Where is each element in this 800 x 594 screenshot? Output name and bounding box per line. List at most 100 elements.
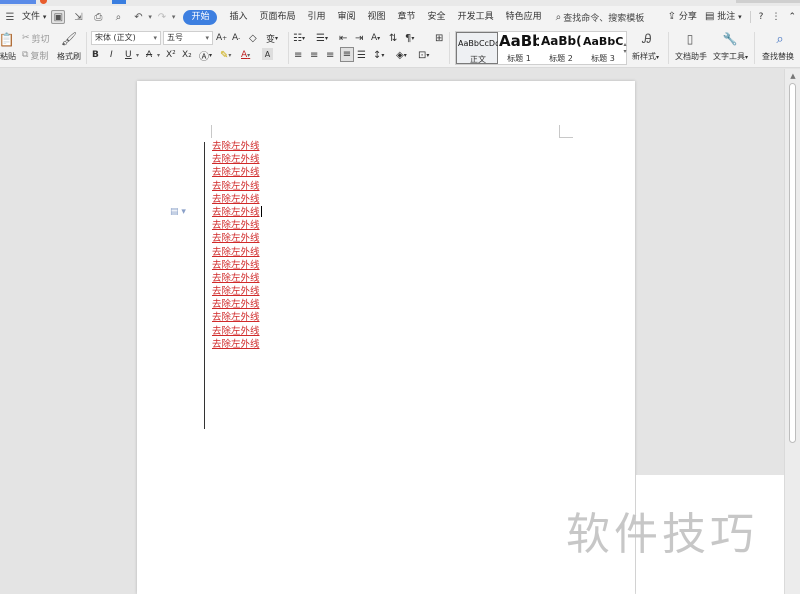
bold-button[interactable]: B (92, 48, 99, 62)
comment-button[interactable]: ▤ 批注 ▾ (701, 6, 746, 28)
command-search[interactable]: ⌕ 查找命令、搜索模板 (548, 11, 645, 24)
font-color-icon[interactable]: A ▾ (241, 48, 250, 62)
tab-references[interactable]: 引用 (301, 6, 331, 28)
clear-format-icon[interactable]: ◇ (249, 31, 257, 45)
tab-special-apps[interactable]: 特色应用 (500, 6, 548, 28)
share-button[interactable]: ⇪ 分享 (664, 6, 701, 28)
find-icon[interactable]: ⌕ (772, 31, 788, 47)
text-line[interactable]: 去除左外线 (212, 232, 262, 245)
cut-button[interactable]: ✂ 剪切 (22, 32, 50, 45)
document-body[interactable]: 去除左外线 去除左外线 去除左外线 去除左外线 去除左外线 去除左外线 去除左外… (212, 140, 262, 351)
wrench-icon[interactable]: 🔧 (723, 31, 738, 47)
file-menu[interactable]: 文件 ▾ (20, 6, 48, 28)
text-line[interactable]: 去除左外线 (212, 246, 262, 259)
bullet-list-icon[interactable]: ☷ ▾ (293, 31, 305, 45)
sort-icon[interactable]: ⇅ (389, 31, 397, 45)
decrease-indent-icon[interactable]: ⇤ (339, 31, 347, 45)
undo-dropdown-icon[interactable]: ▾ (148, 13, 152, 21)
print-preview-icon[interactable]: ⌕ (111, 10, 125, 24)
export-pdf-icon[interactable]: ⇲ (71, 10, 85, 24)
doc-assistant-icon[interactable]: ▯ (683, 31, 697, 47)
style-heading-3[interactable]: AaBbC( 标题 3 (582, 32, 624, 64)
line-spacing-icon[interactable]: ↕ ▾ (373, 48, 384, 62)
text-line[interactable]: 去除左外线 (212, 166, 262, 179)
redo-icon[interactable]: ↷ (155, 10, 169, 24)
align-left-icon[interactable]: ≡ (294, 48, 302, 62)
text-line[interactable]: 去除左外线 (212, 259, 262, 272)
change-case-icon[interactable]: A ▾ (371, 31, 380, 45)
text-line[interactable]: 去除左外线 (212, 311, 262, 324)
app-tab-indicator[interactable] (0, 0, 36, 4)
quick-access-dropdown-icon[interactable]: ▾ (172, 13, 176, 21)
borders-icon[interactable]: ⊡ ▾ (418, 48, 429, 62)
tab-page-layout[interactable]: 页面布局 (253, 6, 301, 28)
underline-button[interactable]: U (125, 48, 132, 62)
paragraph-handle-icon[interactable]: ▤ ▾ (170, 207, 186, 217)
format-painter-button[interactable]: 格式刷 (57, 51, 81, 62)
paste-icon[interactable]: 📋 (0, 32, 15, 48)
text-line-with-cursor[interactable]: 去除左外线 (212, 205, 262, 219)
find-replace-button[interactable]: 查找替换 (762, 51, 794, 62)
print-icon[interactable]: ⎙ (91, 10, 105, 24)
style-normal[interactable]: AaBbCcDd 正文 (456, 32, 498, 64)
tab-home[interactable]: 开始 (183, 9, 218, 25)
underline-dropdown-icon[interactable]: ▾ (136, 48, 139, 62)
save-icon[interactable]: ▣ (51, 10, 66, 24)
text-line[interactable]: 去除左外线 (212, 285, 262, 298)
undo-icon[interactable]: ↶ (131, 10, 145, 24)
doc-assistant-button[interactable]: 文档助手 (675, 51, 707, 62)
style-heading-2[interactable]: AaBb( 标题 2 (540, 32, 582, 64)
tab-developer[interactable]: 开发工具 (452, 6, 500, 28)
text-line[interactable]: 去除左外线 (212, 272, 262, 285)
align-right-icon[interactable]: ≡ (326, 48, 334, 62)
text-effect-icon[interactable]: Ⓐ ▾ (199, 48, 212, 63)
shrink-font-icon[interactable]: A- (232, 31, 240, 45)
new-style-button[interactable]: 新样式▾ (632, 51, 659, 62)
document-tab-indicator[interactable] (112, 0, 126, 4)
italic-button[interactable]: I (110, 48, 113, 62)
font-size-select[interactable]: 五号 ▾ (163, 31, 213, 45)
grow-font-icon[interactable]: A + (216, 31, 227, 45)
highlight-icon[interactable]: ✎ ▾ (220, 48, 231, 62)
align-center-icon[interactable]: ≡ (310, 48, 318, 62)
scrollbar-thumb[interactable] (789, 83, 796, 443)
text-line[interactable]: 去除左外线 (212, 325, 262, 338)
vertical-scrollbar[interactable]: ▲ (784, 69, 800, 594)
tab-review[interactable]: 审阅 (332, 6, 362, 28)
char-shading-icon[interactable]: A (262, 48, 273, 60)
tab-security[interactable]: 安全 (422, 6, 452, 28)
font-name-select[interactable]: 宋体 (正文) ▾ (91, 31, 161, 45)
text-line[interactable]: 去除左外线 (212, 153, 262, 166)
distributed-align-icon[interactable]: ☰ (357, 48, 366, 62)
text-line[interactable]: 去除左外线 (212, 193, 262, 206)
styles-scroll-icon[interactable]: ▴ ▾ (622, 32, 628, 64)
style-heading-1[interactable]: AaBb 标题 1 (498, 32, 540, 64)
help-button[interactable]: ? (755, 6, 768, 28)
tab-view[interactable]: 视图 (362, 6, 392, 28)
text-line[interactable]: 去除左外线 (212, 140, 262, 153)
increase-indent-icon[interactable]: ⇥ (355, 31, 363, 45)
text-tools-button[interactable]: 文字工具▾ (713, 51, 748, 62)
columns-icon[interactable]: ⊞ (435, 31, 443, 45)
numbered-list-icon[interactable]: ☰ ▾ (316, 31, 328, 45)
copy-button[interactable]: ⧉ 复制 (22, 49, 48, 62)
text-line[interactable]: 去除左外线 (212, 219, 262, 232)
superscript-button[interactable]: X² (166, 48, 176, 62)
text-line[interactable]: 去除左外线 (212, 180, 262, 193)
new-style-icon[interactable]: Ꭿ (638, 31, 656, 47)
tab-insert[interactable]: 插入 (223, 6, 253, 28)
text-line[interactable]: 去除左外线 (212, 338, 262, 351)
format-painter-icon[interactable]: 🖌 (60, 31, 78, 47)
more-options-icon[interactable]: ⋮ (767, 6, 784, 28)
scroll-up-icon[interactable]: ▲ (788, 71, 798, 81)
shading-icon[interactable]: ◈ ▾ (396, 48, 407, 62)
collapse-ribbon-icon[interactable]: ⌃ (784, 6, 800, 28)
hamburger-icon[interactable]: ☰ (3, 10, 17, 24)
document-page[interactable]: 去除左外线 去除左外线 去除左外线 去除左外线 去除左外线 去除左外线 去除左外… (137, 81, 635, 594)
strikethrough-dropdown-icon[interactable]: ▾ (157, 48, 160, 62)
justify-icon[interactable]: ≡ (340, 47, 354, 62)
text-line[interactable]: 去除左外线 (212, 298, 262, 311)
paste-button[interactable]: 粘贴 (0, 51, 16, 62)
strikethrough-button[interactable]: A (146, 48, 152, 62)
subscript-button[interactable]: X₂ (182, 48, 192, 62)
